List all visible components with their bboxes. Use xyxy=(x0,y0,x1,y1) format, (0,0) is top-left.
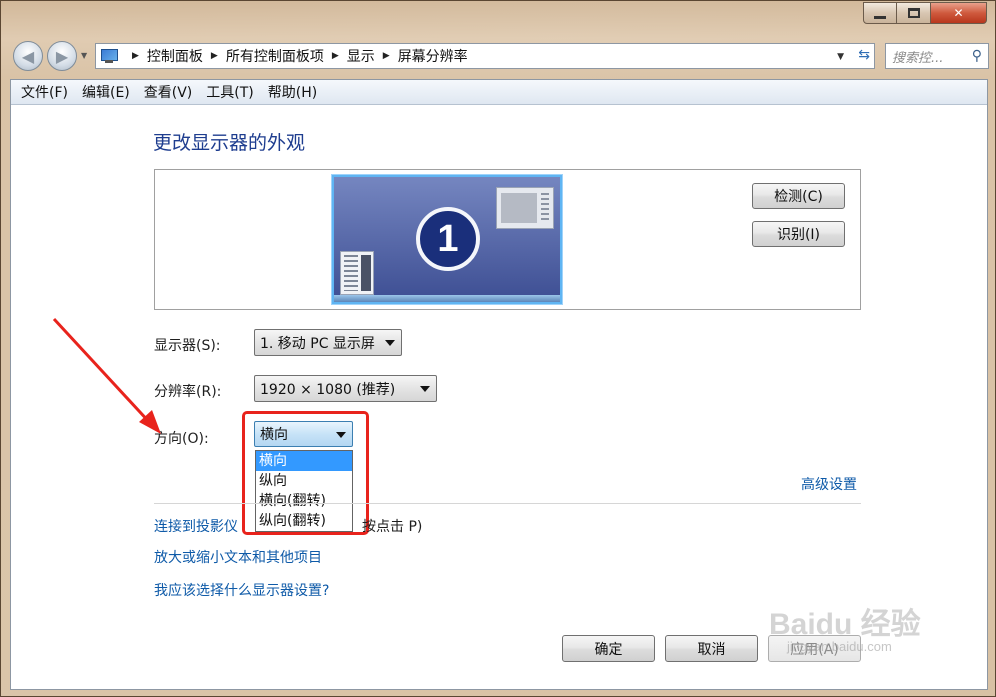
baidu-watermark-url: jingyan.baidu.com xyxy=(787,639,892,654)
annotation-arrow-icon xyxy=(52,317,161,434)
control-panel-window: ✕ ◀ ▶ ▼ ▶ 控制面板 ▶ 所有控制面板项 ▶ 显示 ▶ 屏幕分辨率 ▼ … xyxy=(0,0,996,697)
baidu-watermark-logo: Baidu 经验 xyxy=(769,608,921,641)
